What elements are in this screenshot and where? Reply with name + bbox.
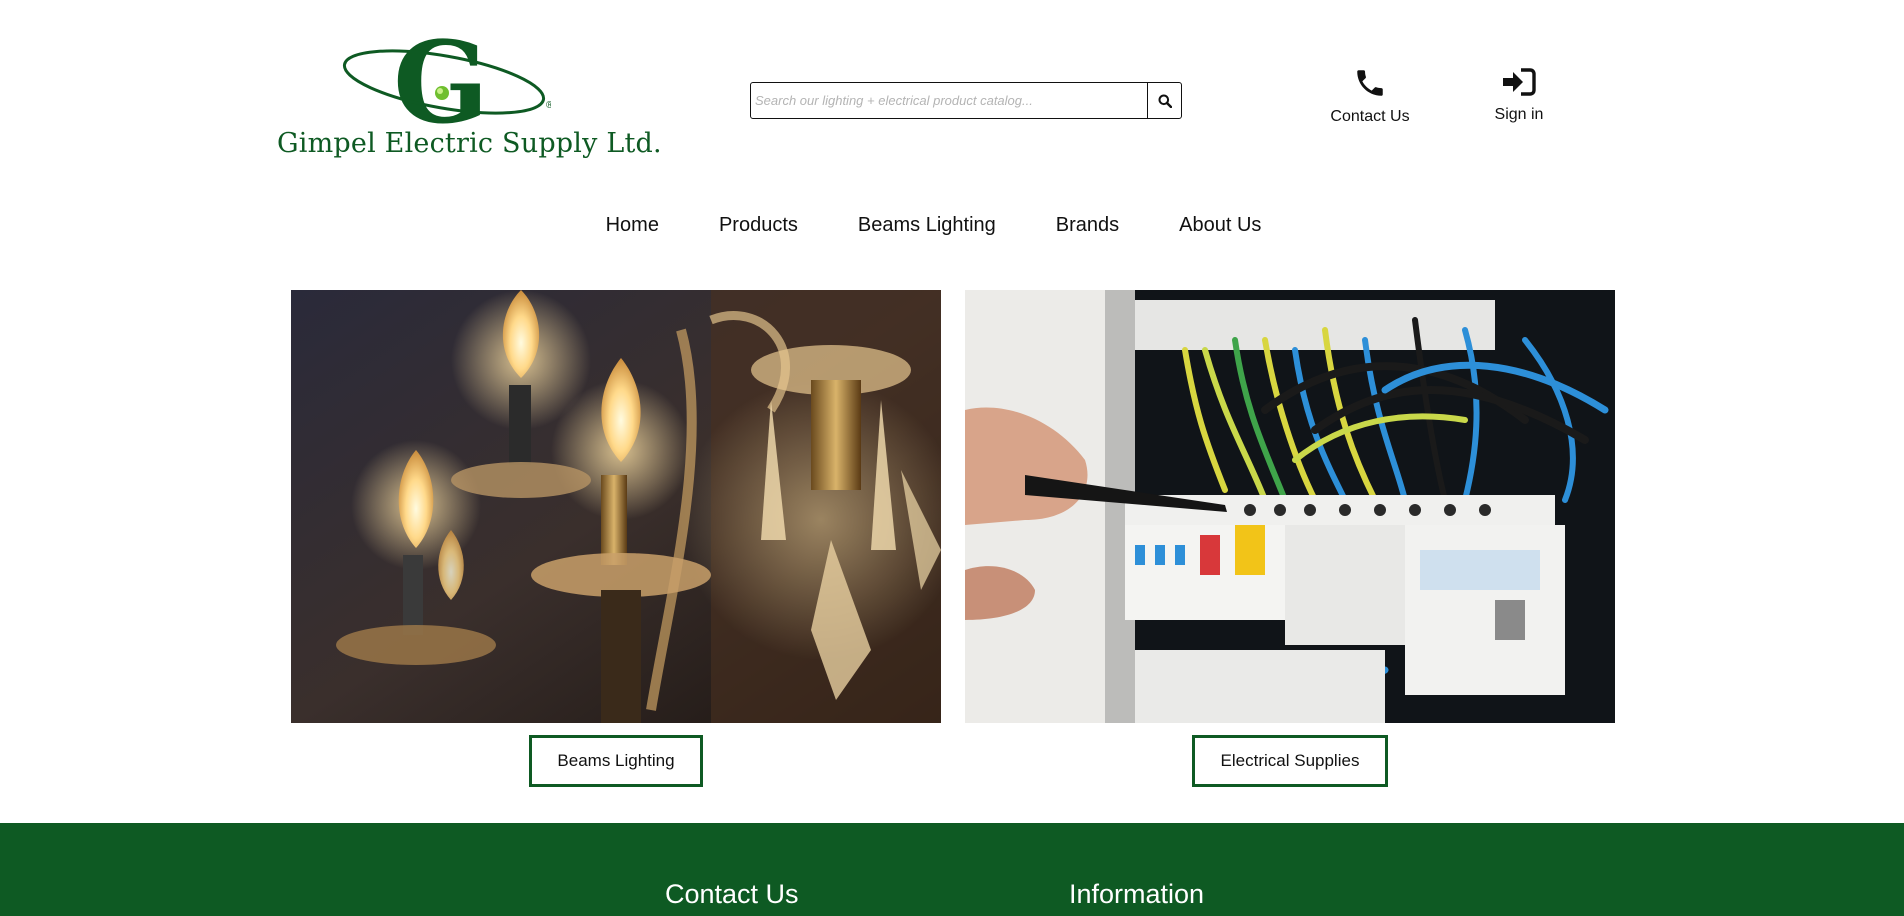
svg-text:®: ® [546,100,551,111]
electrical-supplies-button[interactable]: Electrical Supplies [1192,735,1388,787]
search-icon [1158,94,1172,108]
nav-about-us[interactable]: About Us [1179,214,1261,237]
site-footer: Contact Us Information [0,823,1904,916]
site-logo[interactable]: G ® Gimpel Electric Supply Ltd. [275,30,662,165]
search-input[interactable] [751,83,1147,118]
main-navigation: Home Products Beams Lighting Brands Abou… [0,214,1904,237]
sign-in-link[interactable]: Sign in [1486,66,1552,124]
sign-in-label: Sign in [1494,106,1544,123]
svg-text:G: G [393,30,489,130]
phone-icon [1357,70,1383,96]
nav-brands[interactable]: Brands [1056,214,1119,237]
contact-us-link[interactable]: Contact Us [1325,66,1415,126]
sign-in-icon [1503,68,1536,96]
nav-beams-lighting[interactable]: Beams Lighting [858,214,996,237]
contact-us-label: Contact Us [1330,108,1410,125]
search-button[interactable] [1147,83,1181,118]
electrical-panel-image[interactable] [965,290,1615,723]
logo-text: Gimpel Electric Supply Ltd. [277,128,662,159]
chandelier-image[interactable] [291,290,941,723]
search-bar [750,82,1182,119]
beams-lighting-button[interactable]: Beams Lighting [529,735,703,787]
footer-information-heading: Information [1069,879,1205,909]
footer-contact-heading: Contact Us [665,879,799,909]
nav-home[interactable]: Home [606,214,659,237]
nav-products[interactable]: Products [719,214,798,237]
logo-mark-icon: G ® [342,30,551,130]
